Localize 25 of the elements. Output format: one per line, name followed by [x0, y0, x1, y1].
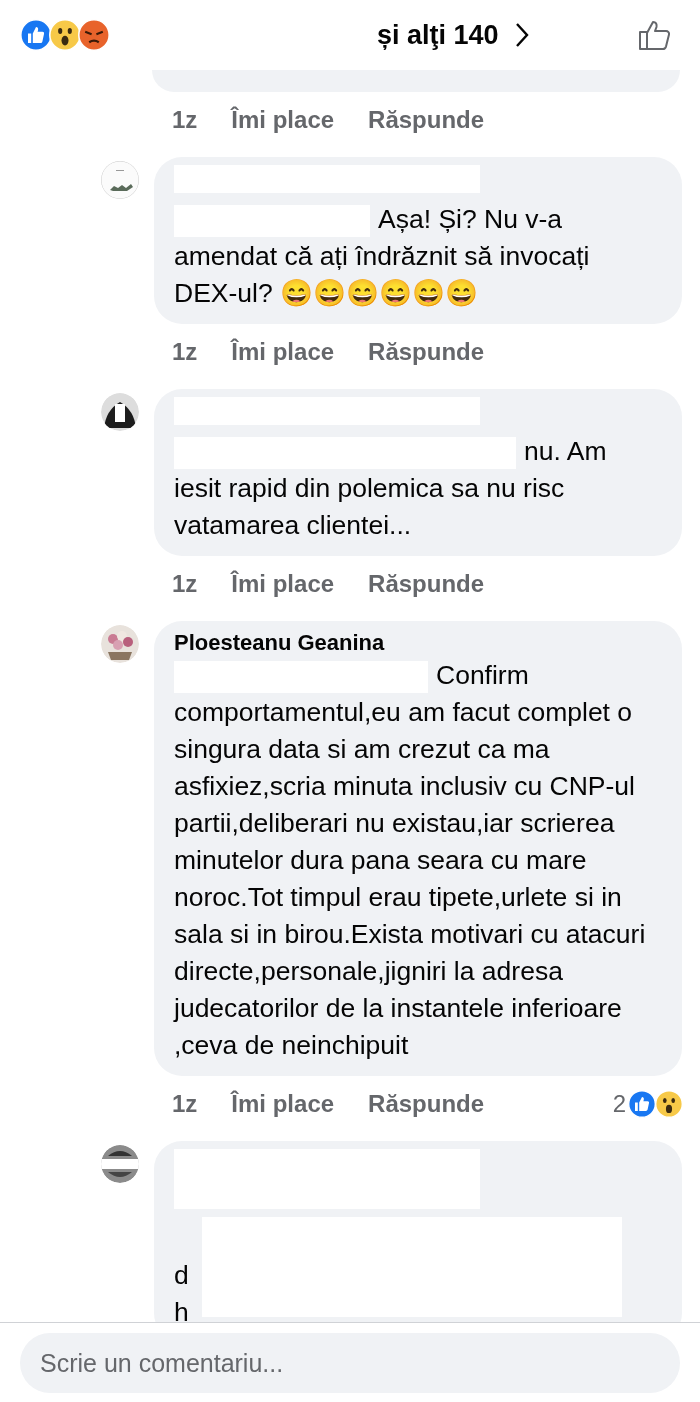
comment-time: 1z: [172, 1090, 198, 1118]
like-link[interactable]: Îmi place: [231, 1090, 335, 1118]
angry-reaction-icon: [78, 19, 110, 51]
reply-link[interactable]: Răspunde: [368, 338, 485, 366]
thumbs-up-icon[interactable]: [638, 19, 672, 51]
comment-time: 1z: [172, 106, 198, 134]
reply-link[interactable]: Răspunde: [368, 570, 485, 598]
like-link[interactable]: Îmi place: [231, 106, 335, 134]
wow-reaction-icon: [655, 1090, 683, 1118]
chevron-right-icon[interactable]: [514, 22, 529, 48]
comment-time: 1z: [172, 570, 198, 598]
wow-reaction-icon: [49, 19, 81, 51]
like-link[interactable]: Îmi place: [231, 338, 335, 366]
like-link[interactable]: Îmi place: [231, 570, 335, 598]
comment-text-fragment: d: [174, 1259, 190, 1292]
like-reaction-icon: [20, 19, 52, 51]
comment-text-fragment: h: [174, 1296, 190, 1322]
comment-input[interactable]: Scrie un comentariu...: [20, 1333, 680, 1393]
like-reaction-icon: [628, 1090, 656, 1118]
comment-author[interactable]: Ploesteanu Geanina: [174, 629, 656, 657]
reactions-summary[interactable]: și alţi 140: [377, 19, 499, 51]
comment-time: 1z: [172, 338, 198, 366]
reply-link[interactable]: Răspunde: [368, 1090, 485, 1118]
reaction-count: 2: [612, 1090, 626, 1118]
reply-link[interactable]: Răspunde: [368, 106, 485, 134]
